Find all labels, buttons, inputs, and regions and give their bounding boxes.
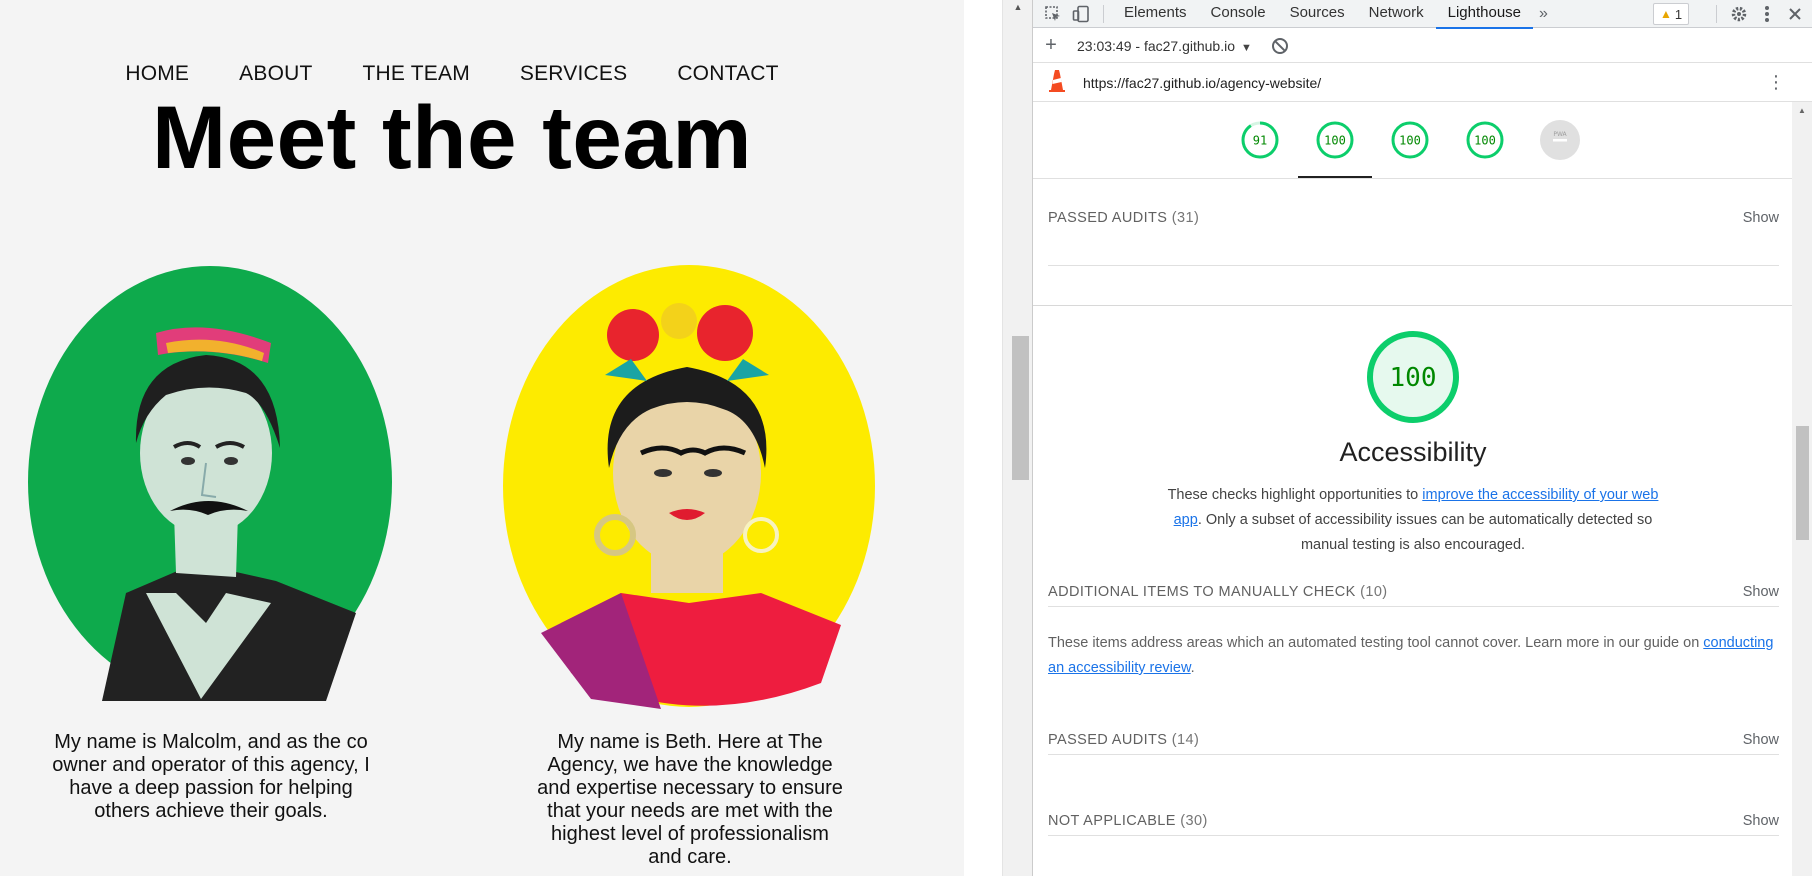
group-label: PASSED AUDITS (14) <box>1048 731 1200 748</box>
clear-reports-icon[interactable] <box>1271 37 1288 54</box>
device-toolbar-icon[interactable] <box>1067 0 1095 28</box>
nav-the-team[interactable]: THE TEAM <box>363 62 470 86</box>
page-scrollbar[interactable]: ▲ <box>1002 0 1032 876</box>
gauge-best-practices[interactable]: 100 <box>1390 120 1430 160</box>
show-toggle[interactable]: Show <box>1743 210 1779 226</box>
report-scrollbar[interactable]: ▲ <box>1792 102 1812 876</box>
show-toggle[interactable]: Show <box>1743 732 1779 748</box>
page-title: Meet the team <box>152 87 752 187</box>
nav-services[interactable]: SERVICES <box>520 62 627 86</box>
category-divider <box>1033 305 1793 306</box>
group-label: NOT APPLICABLE (30) <box>1048 812 1208 829</box>
manual-check-group[interactable]: ADDITIONAL ITEMS TO MANUALLY CHECK (10) … <box>1048 577 1779 607</box>
page-scrollbar-thumb[interactable] <box>1012 336 1029 480</box>
warning-icon: ▲ <box>1660 7 1672 21</box>
divider <box>1048 265 1779 266</box>
passed-audits-group[interactable]: PASSED AUDITS (14) Show <box>1048 725 1779 755</box>
warnings-count: 1 <box>1674 6 1683 22</box>
report-scrollbar-thumb[interactable] <box>1796 426 1809 540</box>
manual-desc-text: These items address areas which an autom… <box>1048 635 1704 651</box>
lighthouse-report-content: PASSED AUDITS (31) Show 100 Accessibilit… <box>1033 179 1793 876</box>
active-gauge-indicator <box>1298 176 1372 178</box>
group-label: PASSED AUDITS (31) <box>1048 210 1200 226</box>
tab-console[interactable]: Console <box>1199 0 1278 28</box>
score-gauges-row: 91 100 100 100 PWA <box>1033 102 1793 179</box>
beth-portrait <box>503 265 875 709</box>
category-description: These checks highlight opportunities to … <box>1158 483 1668 558</box>
gauge-best-practices-score: 100 <box>1399 134 1421 148</box>
tab-lighthouse[interactable]: Lighthouse <box>1435 0 1534 29</box>
nav-about[interactable]: ABOUT <box>239 62 312 86</box>
passed-audits-top-row[interactable]: PASSED AUDITS (31) Show <box>1048 203 1779 233</box>
tab-elements[interactable]: Elements <box>1112 0 1199 28</box>
gauge-accessibility[interactable]: 100 <box>1315 120 1355 160</box>
gauge-pwa-label: PWA <box>1553 131 1567 138</box>
gauge-seo[interactable]: 100 <box>1465 120 1505 160</box>
toolbar-divider <box>1716 5 1717 23</box>
close-icon[interactable] <box>1781 0 1809 28</box>
new-report-icon[interactable]: + <box>1033 34 1069 57</box>
beth-bio: My name is Beth. Here at The Agency, we … <box>537 731 843 868</box>
desc-text-post: . Only a subset of accessibility issues … <box>1197 512 1653 553</box>
accessibility-score: 100 <box>1390 363 1437 393</box>
show-toggle[interactable]: Show <box>1743 813 1779 829</box>
scroll-up-arrow-icon[interactable]: ▲ <box>1792 106 1812 115</box>
devtools-right-controls <box>1708 0 1812 28</box>
gauge-performance[interactable]: 91 <box>1240 120 1280 160</box>
gear-icon[interactable] <box>1725 0 1753 28</box>
group-label: ADDITIONAL ITEMS TO MANUALLY CHECK (10) <box>1048 583 1388 600</box>
category-title: Accessibility <box>1339 437 1487 467</box>
manual-desc-text-post: . <box>1190 660 1195 676</box>
caret-down-icon: ▼ <box>1241 41 1252 54</box>
warnings-badge[interactable]: ▲ 1 <box>1653 3 1690 25</box>
gauge-accessibility-score: 100 <box>1324 134 1346 148</box>
lighthouse-logo-icon <box>1049 70 1065 95</box>
gauge-seo-score: 100 <box>1474 134 1496 148</box>
report-selector[interactable]: 23:03:49 - fac27.github.io ▼ <box>1069 38 1252 54</box>
not-applicable-group[interactable]: NOT APPLICABLE (30) Show <box>1048 806 1779 836</box>
pwa-dash-icon <box>1553 139 1567 142</box>
tab-network[interactable]: Network <box>1357 0 1436 28</box>
report-url: https://fac27.github.io/agency-website/ <box>1083 74 1322 91</box>
lighthouse-toolbar: + 23:03:49 - fac27.github.io ▼ <box>1033 29 1812 63</box>
malcolm-bio: My name is Malcolm, and as the co owner … <box>52 731 370 822</box>
toolbar-divider <box>1103 4 1104 23</box>
report-menu-icon[interactable]: ⋮ <box>1767 72 1785 93</box>
kebab-menu-icon[interactable] <box>1753 0 1781 28</box>
show-toggle[interactable]: Show <box>1743 584 1779 600</box>
devtools-tabbar: Elements Console Sources Network Lightho… <box>1033 0 1812 29</box>
devtools-panel: Elements Console Sources Network Lightho… <box>1032 0 1812 876</box>
inspect-element-icon[interactable] <box>1039 0 1067 28</box>
gauge-pwa[interactable]: PWA <box>1540 120 1580 160</box>
report-url-bar: https://fac27.github.io/agency-website/ … <box>1033 64 1812 102</box>
scroll-up-arrow-icon[interactable]: ▲ <box>1003 0 1033 14</box>
desc-text: These checks highlight opportunities to <box>1167 487 1423 503</box>
nav-contact[interactable]: CONTACT <box>677 62 778 86</box>
nav-home[interactable]: HOME <box>125 62 189 86</box>
malcolm-portrait <box>28 266 392 701</box>
report-selector-label: 23:03:49 - fac27.github.io <box>1077 37 1236 54</box>
site-nav: HOME ABOUT THE TEAM SERVICES CONTACT <box>0 62 904 86</box>
chevron-double-right-icon[interactable]: » <box>1533 5 1554 23</box>
accessibility-score-gauge: 100 <box>1367 331 1459 423</box>
gauge-performance-score: 91 <box>1253 134 1267 148</box>
agency-website: HOME ABOUT THE TEAM SERVICES CONTACT Mee… <box>0 0 964 876</box>
tab-sources[interactable]: Sources <box>1278 0 1357 28</box>
manual-check-description: These items address areas which an autom… <box>1048 631 1779 681</box>
